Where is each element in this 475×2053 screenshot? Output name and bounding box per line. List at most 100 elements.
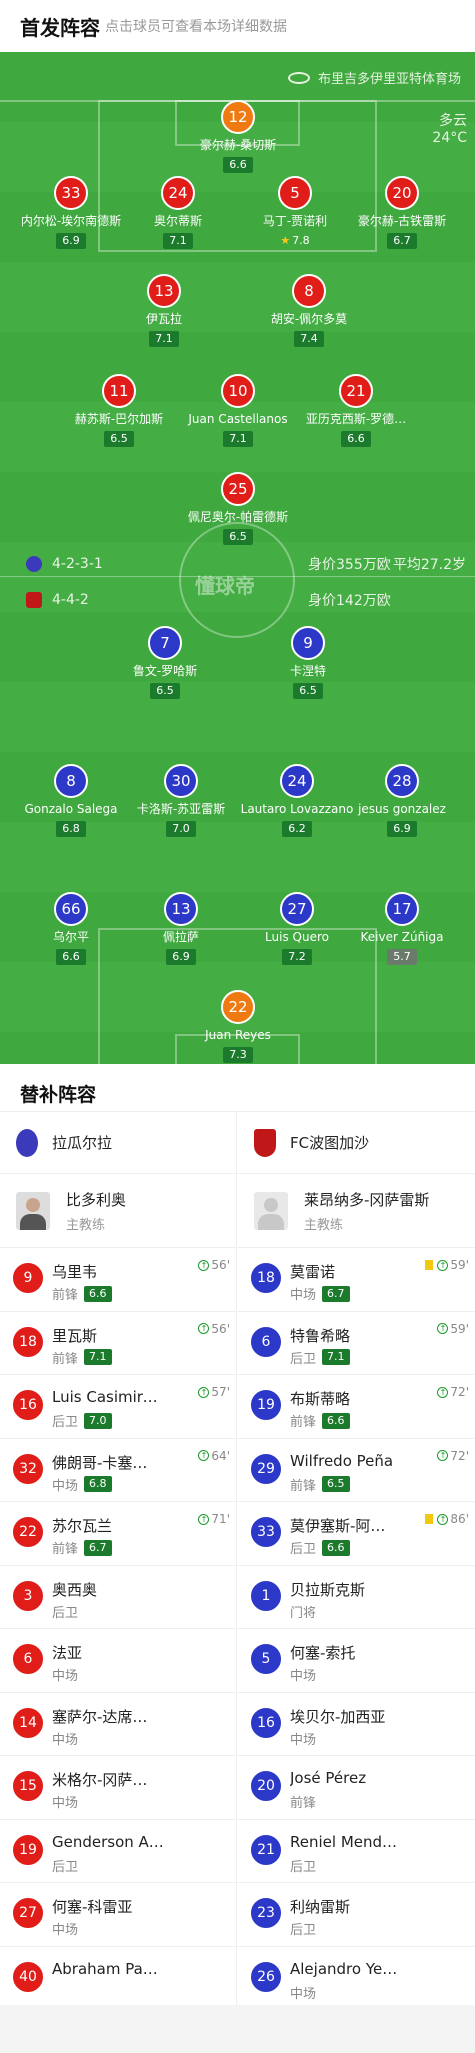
away-formation-row: 4-4-2 身价142万欧 — [26, 592, 466, 609]
player-number: 21 — [339, 374, 373, 408]
sub-number: 32 — [12, 1452, 44, 1485]
sub-row[interactable]: 21 Reniel Mendoza 后卫 — [238, 1820, 475, 1883]
sub-row[interactable]: 33 莫伊塞斯-阿… 后卫 6.6 ↑ 86' — [238, 1502, 475, 1566]
player-number: 11 — [102, 374, 136, 408]
player-rating: 7.1 — [223, 431, 253, 447]
away-player[interactable]: 17 Keiver Zúñiga 5.7 — [327, 892, 475, 965]
player-number: 17 — [385, 892, 419, 926]
sub-in-time: ↑ 56' — [198, 1258, 230, 1272]
sub-number: 27 — [12, 1897, 44, 1929]
sub-row[interactable]: 5 何塞-索托 中场 — [238, 1629, 475, 1693]
sub-in-time: ↑ 71' — [198, 1512, 230, 1526]
sub-name: 塞萨尔-达席… — [52, 1707, 148, 1726]
player-number: 24 — [280, 764, 314, 798]
away-coach-row[interactable]: 莱昂纳多-冈萨雷斯 主教练 — [238, 1174, 475, 1248]
home-player[interactable]: 20 豪尔赫-古铁雷斯 6.7 — [327, 176, 475, 249]
sub-name: Abraham Pac… — [52, 1959, 164, 1978]
home-formation: 4-2-3-1 — [52, 556, 103, 572]
sub-row[interactable]: 27 何塞-科雷亚 中场 — [0, 1883, 236, 1947]
sub-row[interactable]: 6 法亚 中场 — [0, 1629, 236, 1693]
sub-position: 前锋 — [290, 1796, 317, 1811]
away-subs-column: FC波图加沙 莱昂纳多-冈萨雷斯 主教练 18 莫雷诺 中场 6.7 ↑ 59' 6 特鲁希略… — [238, 1112, 475, 2010]
sub-name: 米格尔-冈萨… — [52, 1771, 148, 1789]
sub-row[interactable]: 18 莫雷诺 中场 6.7 ↑ 59' — [238, 1248, 475, 1312]
sub-position: 中场 — [290, 1732, 317, 1748]
subs-title: 替补阵容 — [0, 1064, 475, 1112]
sub-row[interactable]: 19 Genderson A… 后卫 — [0, 1820, 236, 1883]
sub-row[interactable]: 14 塞萨尔-达席… 中场 — [0, 1693, 236, 1756]
home-player[interactable]: 25 佩尼奥尔-帕雷德斯 6.5 — [163, 472, 313, 545]
player-rating: 6.9 — [387, 821, 417, 837]
player-rating: 7.8 — [275, 233, 314, 249]
sub-row[interactable]: 20 José Pérez 前锋 — [238, 1756, 475, 1820]
sub-row[interactable]: 6 特鲁希略 后卫 7.1 ↑ 59' — [238, 1312, 475, 1375]
sub-time: 57' — [211, 1385, 230, 1399]
player-name: 卡涅特 — [289, 664, 326, 678]
sub-position-row: 中场 6.8 — [52, 1475, 112, 1494]
home-team-row[interactable]: 拉瓜尔拉 — [0, 1112, 236, 1174]
sub-position: 后卫 — [52, 1415, 79, 1430]
sub-position-row: 中场 — [52, 1919, 78, 1938]
away-player[interactable]: 9 卡涅特 6.5 — [233, 626, 383, 699]
yellow-card-icon — [425, 1514, 434, 1524]
sub-in-time: ↑ 86' — [425, 1512, 469, 1526]
sub-row[interactable]: 3 奥西奥 后卫 — [0, 1566, 236, 1629]
sub-position-row: 门将 — [290, 1602, 316, 1621]
sub-number: 5 — [250, 1643, 282, 1675]
sub-position: 后卫 — [290, 1542, 317, 1557]
lineup-header: 首发阵容 点击球员可查看本场详细数据 — [0, 0, 475, 52]
sub-in-time: ↑ 64' — [198, 1449, 230, 1463]
sub-name: 法亚 — [52, 1644, 83, 1662]
sub-row[interactable]: 16 Luis Casimiro… 后卫 7.0 ↑ 57' — [0, 1375, 236, 1439]
sub-row[interactable]: 32 佛朗哥-卡塞… 中场 6.8 ↑ 64' — [0, 1439, 236, 1502]
away-player[interactable]: 22 Juan Reyes 7.3 — [163, 990, 313, 1063]
sub-position-row: 前锋 6.6 — [52, 1284, 112, 1303]
sub-number: 22 — [12, 1516, 44, 1548]
sub-row[interactable]: 19 布斯蒂略 前锋 6.6 ↑ 72' — [238, 1375, 475, 1439]
sub-position: 中场 — [52, 1923, 79, 1938]
sub-row[interactable]: 16 埃贝尔-加西亚 中场 — [238, 1693, 475, 1756]
sub-row[interactable]: 22 苏尔瓦兰 前锋 6.7 ↑ 71' — [0, 1502, 236, 1566]
home-team-name: 拉瓜尔拉 — [52, 1134, 113, 1152]
sub-row[interactable]: 18 里瓦斯 前锋 7.1 ↑ 56' — [0, 1312, 236, 1375]
player-rating: 7.0 — [166, 821, 196, 837]
away-team-row[interactable]: FC波图加沙 — [238, 1112, 475, 1174]
home-player[interactable]: 12 豪尔赫-桑切斯 6.6 — [163, 100, 313, 173]
home-subs-list: 9 乌里韦 前锋 6.6 ↑ 56' 18 里瓦斯 前锋 7.1 ↑ 56' 16 Luis Casimi… — [0, 1248, 236, 2010]
sub-position: 中场 — [290, 1288, 317, 1303]
player-number: 7 — [148, 626, 182, 660]
away-player[interactable]: 28 jesus gonzalez 6.9 — [327, 764, 475, 837]
home-player[interactable]: 21 亚历克西斯-罗德… 6.6 — [281, 374, 431, 447]
sub-position-row: 后卫 6.6 — [290, 1538, 350, 1557]
home-coach-row[interactable]: 比多利奥 主教练 — [0, 1174, 236, 1248]
home-formation-row: 4-2-3-1 身价355万欧 平均27.2岁 — [26, 556, 466, 573]
sub-position-row: 中场 6.7 — [290, 1284, 350, 1303]
player-number: 24 — [161, 176, 195, 210]
sub-rating: 7.1 — [84, 1349, 112, 1365]
player-rating: 6.2 — [282, 821, 312, 837]
home-player[interactable]: 8 胡安-佩尔多莫 7.4 — [234, 274, 384, 347]
home-player[interactable]: 13 伊瓦拉 7.1 — [89, 274, 239, 347]
coach-avatar — [16, 1191, 50, 1230]
sub-rating: 6.7 — [84, 1539, 112, 1556]
sub-row[interactable]: 15 米格尔-冈萨… 中场 — [0, 1756, 236, 1820]
sub-number: 33 — [250, 1516, 282, 1548]
player-rating: 6.9 — [166, 949, 196, 965]
sub-row[interactable]: 1 贝拉斯克斯 门将 — [238, 1566, 475, 1629]
sub-in-icon: ↑ — [437, 1259, 449, 1271]
sub-number: 23 — [250, 1897, 282, 1929]
sub-in-time: ↑ 72' — [437, 1385, 469, 1399]
sub-row[interactable]: 26 Alejandro Yepez 中场 — [238, 1947, 475, 2010]
sub-row[interactable]: 9 乌里韦 前锋 6.6 ↑ 56' — [0, 1248, 236, 1312]
sub-row[interactable]: 40 Abraham Pac… — [0, 1947, 236, 2010]
home-team-logo — [16, 1128, 38, 1157]
away-player[interactable]: 7 鲁文-罗哈斯 6.5 — [90, 626, 240, 699]
player-number: 33 — [54, 176, 88, 210]
pitch: 布里吉多伊里亚特体育场 多云 24°C 懂球帝 4-2-3-1 身价355万欧 … — [0, 52, 475, 1064]
sub-row[interactable]: 29 Wilfredo Peña 前锋 6.5 ↑ 72' — [238, 1439, 475, 1502]
home-avg-age: 平均27.2岁 — [392, 557, 466, 573]
sub-rating: 6.5 — [322, 1476, 350, 1492]
page-subtitle: 点击球员可查看本场详细数据 — [105, 19, 287, 35]
sub-in-icon: ↑ — [198, 1513, 210, 1525]
sub-row[interactable]: 23 利纳雷斯 后卫 — [238, 1883, 475, 1947]
